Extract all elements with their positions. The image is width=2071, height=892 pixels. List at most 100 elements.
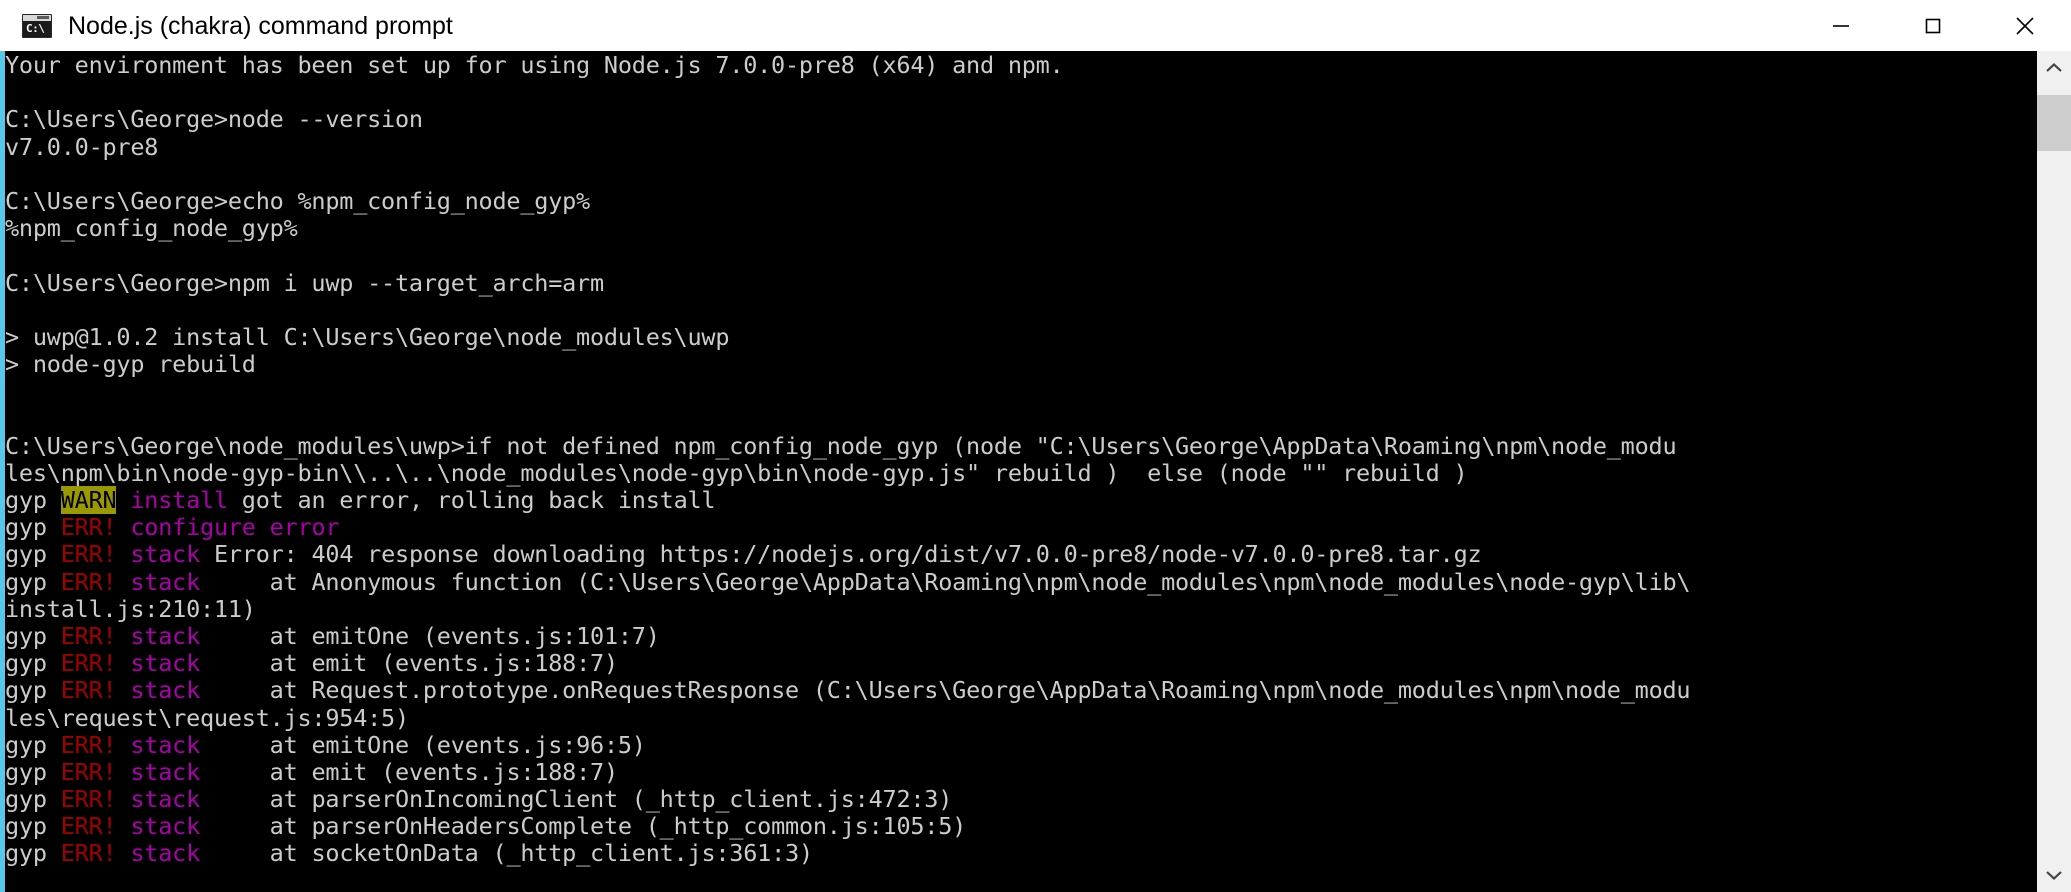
console-span-white: got an error, rolling back install	[227, 486, 716, 514]
console-span-white	[116, 785, 130, 813]
console-span-white	[116, 731, 130, 759]
console-span-default: > node-gyp rebuild	[5, 350, 256, 379]
scrollbar-track[interactable]	[2037, 85, 2071, 858]
console-span-white	[116, 758, 130, 786]
scrollbar-up-button[interactable]	[2037, 51, 2071, 85]
console-line: gyp ERR! stack at Anonymous function (C:…	[5, 567, 2037, 596]
console-line: C:\Users\George>echo %npm_config_node_gy…	[5, 186, 2037, 215]
console-line: les\npm\bin\node-gyp-bin\\..\..\node_mod…	[5, 458, 2037, 487]
chevron-down-icon	[2046, 871, 2062, 881]
console-line: > node-gyp rebuild	[5, 350, 2037, 379]
console-span-white: gyp	[5, 730, 61, 759]
console-icon-titlebar-stripe	[23, 14, 51, 21]
console-span-white	[116, 513, 130, 541]
console-span-white: install.js:210:11)	[5, 594, 256, 623]
console-span-white: at Request.prototype.onRequestResponse (…	[200, 676, 1691, 705]
console-span-white: gyp	[5, 812, 61, 841]
scrollbar-thumb[interactable]	[2037, 95, 2071, 151]
console-span-red: ERR!	[60, 730, 117, 759]
console-span-white	[116, 622, 130, 650]
window-body: Your environment has been set up for usi…	[0, 51, 2071, 892]
console-line: gyp ERR! configure error	[5, 514, 2037, 541]
close-button[interactable]	[1979, 0, 2071, 51]
console-span-magenta: stack	[130, 785, 201, 814]
console-span-default: les\npm\bin\node-gyp-bin\\..\..\node_mod…	[5, 458, 1468, 487]
console-span-red: ERR!	[60, 513, 117, 542]
console-span-default: %npm_config_node_gyp%	[5, 214, 298, 243]
maximize-button[interactable]	[1887, 0, 1979, 51]
minimize-button[interactable]	[1795, 0, 1887, 51]
console-span-white: gyp	[5, 486, 61, 514]
console-line: gyp ERR! stack at emitOne (events.js:101…	[5, 621, 2037, 650]
console-span-white	[116, 540, 130, 568]
console-span-white: at emit (events.js:188:7)	[200, 757, 618, 786]
console-scrollbar[interactable]	[2037, 51, 2071, 892]
console-span-white: gyp	[5, 540, 61, 569]
console-span-white: gyp	[5, 621, 61, 650]
console-span-magenta: install	[130, 486, 228, 514]
console-span-red: ERR!	[60, 757, 117, 786]
console-line: gyp ERR! stack Error: 404 response downl…	[5, 541, 2037, 568]
console-span-magenta: stack	[130, 730, 201, 759]
console-line: gyp ERR! stack at Request.prototype.onRe…	[5, 677, 2037, 704]
console-span-red: ERR!	[60, 839, 117, 868]
console-span-white	[116, 839, 130, 867]
console-span-white: gyp	[5, 757, 61, 786]
console-span-default: Your environment has been set up for usi…	[5, 51, 1064, 79]
title-bar-left: C:\ Node.js (chakra) command prompt	[0, 12, 1795, 40]
console-span-white: gyp	[5, 785, 61, 814]
console-line: gyp ERR! stack at emit (events.js:188:7)	[5, 650, 2037, 677]
console-span-white: gyp	[5, 839, 61, 868]
window-controls	[1795, 0, 2071, 51]
console-span-red: ERR!	[60, 567, 117, 596]
console-line: Your environment has been set up for usi…	[5, 51, 2037, 79]
console-span-white: gyp	[5, 567, 61, 596]
console-span-magenta: stack	[130, 621, 201, 650]
console-span-white: gyp	[5, 676, 61, 705]
chevron-up-icon	[2046, 62, 2062, 72]
maximize-icon	[1925, 18, 1941, 33]
console-line: v7.0.0-pre8	[5, 132, 2037, 161]
console-line: les\request\request.js:954:5)	[5, 704, 2037, 732]
console-line: C:\Users\George>npm i uwp --target_arch=…	[5, 268, 2037, 297]
console-span-white: at emitOne (events.js:101:7)	[200, 621, 660, 650]
console-line: gyp ERR! stack at parserOnHeadersComplet…	[5, 813, 2037, 840]
console-span-white: at emit (events.js:188:7)	[200, 649, 618, 678]
console-span-white: at parserOnHeadersComplete (_http_common…	[200, 812, 967, 841]
console-span-magenta: stack	[130, 567, 201, 596]
console-line: %npm_config_node_gyp%	[5, 215, 2037, 242]
console-line: gyp ERR! stack at parserOnIncomingClient…	[5, 785, 2037, 814]
console-text-buffer: Your environment has been set up for usi…	[5, 51, 2037, 868]
command-prompt-window: C:\ Node.js (chakra) command prompt Your…	[0, 0, 2071, 892]
console-span-white	[116, 812, 130, 840]
close-icon	[2016, 16, 2034, 35]
console-line: gyp ERR! stack at emit (events.js:188:7)	[5, 757, 2037, 786]
console-span-white	[116, 649, 130, 677]
console-span-default: C:\Users\George>echo %npm_config_node_gy…	[5, 186, 590, 215]
console-span-red: ERR!	[60, 785, 117, 814]
console-line: gyp ERR! stack at socketOnData (_http_cl…	[5, 840, 2037, 867]
console-span-white	[116, 486, 130, 514]
console-span-magenta: stack	[130, 540, 201, 569]
console-output-area[interactable]: Your environment has been set up for usi…	[5, 51, 2037, 892]
console-line: install.js:210:11)	[5, 594, 2037, 623]
console-span-red: ERR!	[60, 540, 117, 569]
console-span-magenta: configure error	[130, 513, 340, 542]
console-span-red: ERR!	[60, 812, 117, 841]
console-app-icon: C:\	[22, 13, 52, 38]
console-span-default: v7.0.0-pre8	[5, 132, 159, 161]
console-line: C:\Users\George\node_modules\uwp>if not …	[5, 432, 2037, 460]
console-span-default: C:\Users\George>npm i uwp --target_arch=…	[5, 268, 604, 297]
console-span-white: Error: 404 response downloading https://…	[200, 540, 1482, 569]
title-bar[interactable]: C:\ Node.js (chakra) command prompt	[0, 0, 2071, 51]
console-span-magenta: stack	[130, 757, 201, 786]
console-span-magenta: stack	[130, 839, 201, 868]
console-span-magenta: stack	[130, 812, 201, 841]
scrollbar-down-button[interactable]	[2037, 858, 2071, 892]
